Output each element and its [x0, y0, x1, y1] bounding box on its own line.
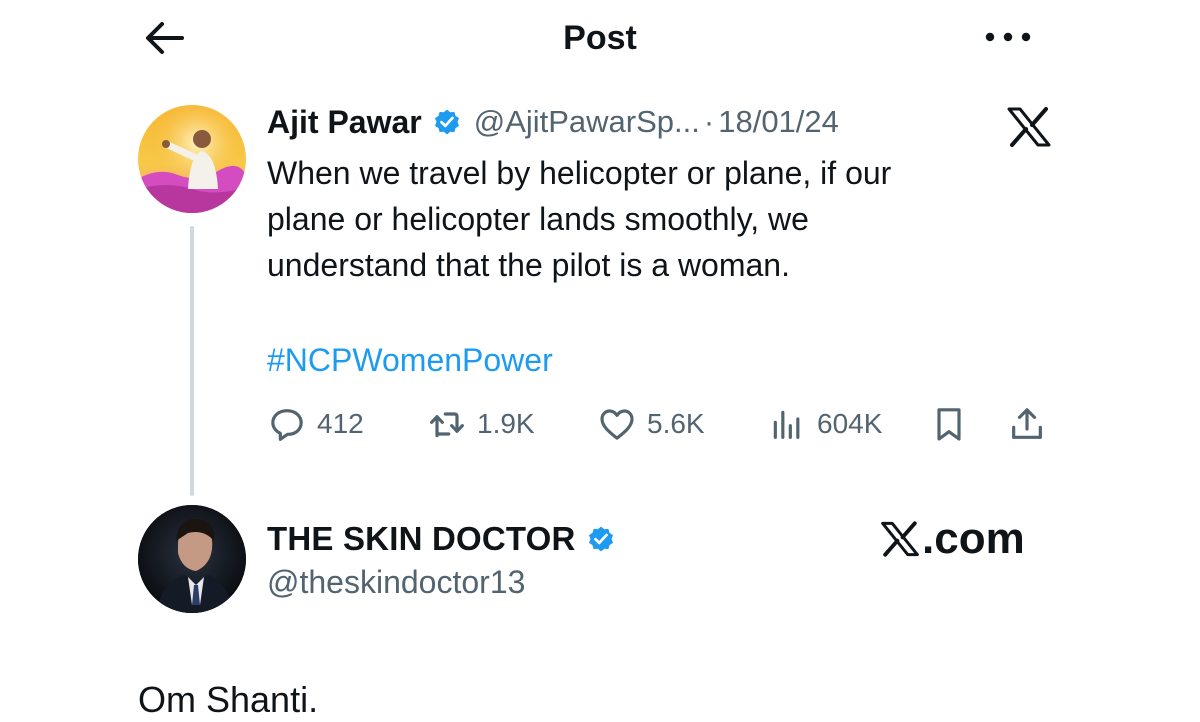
post-text-line: plane or helicopter lands smoothly, we	[267, 201, 809, 237]
share-icon	[1012, 408, 1042, 439]
analytics-icon	[773, 410, 800, 439]
post-text: When we travel by helicopter or plane, i…	[267, 150, 1027, 288]
post-text-line: understand that the pilot is a woman.	[267, 247, 790, 283]
repost-icon	[430, 412, 464, 438]
author-display-name[interactable]: Ajit Pawar	[267, 104, 422, 141]
repost-count: 1.9K	[477, 408, 535, 439]
reply-icon	[271, 409, 303, 441]
reply-author-row: THE SKIN DOCTOR	[267, 518, 616, 560]
heart-icon	[600, 409, 634, 440]
hashtag-link[interactable]: #NCPWomenPower	[267, 338, 553, 382]
author-handle[interactable]: @AjitPawarSp...	[474, 104, 700, 140]
like-button[interactable]: 5.6K	[597, 400, 705, 448]
like-count: 5.6K	[647, 408, 705, 439]
avatar[interactable]	[138, 505, 246, 613]
more-button[interactable]	[980, 20, 1036, 54]
x-logo-icon	[1007, 107, 1051, 147]
reply-text: Om Shanti.	[138, 679, 319, 720]
bookmark-icon	[937, 408, 961, 441]
reply-author-display-name[interactable]: THE SKIN DOCTOR	[267, 520, 576, 558]
views-button[interactable]: 604K	[767, 400, 882, 448]
author-avatar-image	[138, 105, 246, 213]
share-button[interactable]	[1007, 400, 1047, 448]
thread-line	[190, 226, 194, 496]
reply-count: 412	[317, 408, 364, 439]
post-text-line: When we travel by helicopter or plane, i…	[267, 155, 892, 191]
avatar[interactable]	[138, 105, 246, 213]
repost-button[interactable]: 1.9K	[427, 400, 535, 448]
post-date[interactable]: 18/01/24	[718, 104, 839, 140]
watermark-text: .com	[922, 514, 1025, 563]
verified-badge-icon	[434, 109, 459, 135]
view-count: 604K	[817, 408, 883, 439]
x-logo-icon	[881, 521, 919, 557]
verified-badge-icon	[588, 526, 613, 552]
reply-button[interactable]: 412	[267, 400, 364, 448]
separator-dot: ·	[703, 104, 715, 139]
reply-author-handle[interactable]: @theskindoctor13	[267, 562, 525, 602]
post-author-row: Ajit Pawar @AjitPawarSp... · 18/01/24	[267, 102, 839, 142]
x-com-watermark: .com	[880, 514, 1025, 564]
bookmark-button[interactable]	[929, 400, 969, 448]
reply-author-avatar-image	[138, 505, 246, 613]
more-horizontal-icon	[985, 32, 1031, 42]
